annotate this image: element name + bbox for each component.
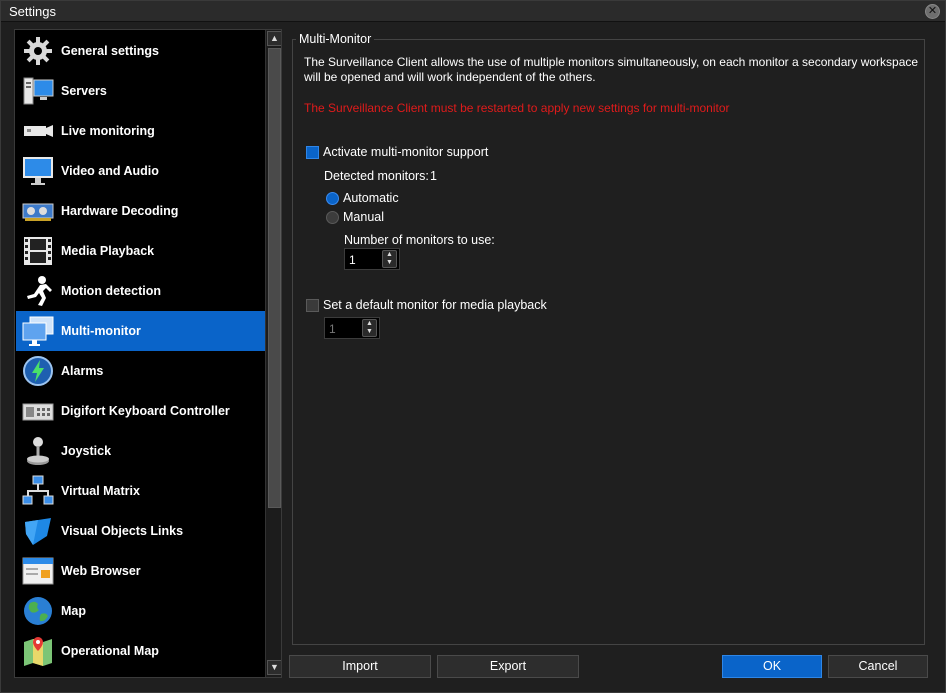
sidebar-item-alarms[interactable]: Alarms [16, 351, 265, 391]
multi-monitor-icon [21, 314, 55, 348]
sidebar-item-label: Virtual Matrix [61, 484, 140, 498]
sidebar-item-operational-map[interactable]: Operational Map [16, 631, 265, 671]
monitor-icon [21, 154, 55, 188]
map-pin-icon [21, 634, 55, 668]
sidebar-item-hardware-decoding[interactable]: Hardware Decoding [16, 191, 265, 231]
window-title: Settings [9, 4, 56, 19]
multi-monitor-group [292, 39, 925, 645]
sidebar-item-motion-detection[interactable]: Motion detection [16, 271, 265, 311]
manual-radio[interactable] [326, 211, 339, 224]
shield-link-icon [21, 514, 55, 548]
sidebar-item-label: Video and Audio [61, 164, 159, 178]
ok-button[interactable]: OK [722, 655, 822, 678]
chevron-up-icon[interactable]: ▲ [383, 251, 396, 259]
chevron-down-icon: ▼ [366, 328, 373, 335]
automatic-label[interactable]: Automatic [343, 191, 399, 205]
chevron-down-icon[interactable]: ▼ [383, 259, 396, 267]
sidebar-item-multi-monitor[interactable]: Multi-monitor [16, 311, 265, 351]
sidebar-item-virtual-matrix[interactable]: Virtual Matrix [16, 471, 265, 511]
default-monitor-label[interactable]: Set a default monitor for media playback [323, 298, 547, 312]
group-title: Multi-Monitor [296, 32, 375, 46]
description-text: The Surveillance Client allows the use o… [304, 55, 919, 84]
import-button[interactable]: Import [289, 655, 431, 678]
sidebar-item-label: General settings [61, 44, 159, 58]
activate-multi-monitor-label[interactable]: Activate multi-monitor support [323, 145, 488, 159]
default-monitor-value: 1 [329, 322, 336, 336]
scroll-down-icon[interactable]: ▼ [267, 660, 281, 675]
globe-icon [21, 594, 55, 628]
sidebar-item-label: Motion detection [61, 284, 161, 298]
sidebar-item-media-playback[interactable]: Media Playback [16, 231, 265, 271]
film-icon [21, 234, 55, 268]
stepper-buttons: ▲ ▼ [362, 319, 377, 337]
sidebar-item-label: Media Playback [61, 244, 155, 258]
number-of-monitors-value[interactable]: 1 [349, 253, 356, 267]
sidebar-item-label: Hardware Decoding [61, 204, 179, 218]
restart-warning: The Surveillance Client must be restarte… [304, 101, 730, 115]
browser-icon [21, 554, 55, 588]
activate-multi-monitor-checkbox[interactable] [306, 146, 319, 159]
default-monitor-checkbox[interactable] [306, 299, 319, 312]
sidebar-item-joystick[interactable]: Joystick [16, 431, 265, 471]
automatic-radio[interactable] [326, 192, 339, 205]
sidebar-item-servers[interactable]: Servers [16, 71, 265, 111]
sidebar-scrollbar[interactable]: ▲ ▼ [265, 30, 281, 677]
sidebar-item-visual-objects-links[interactable]: Visual Objects Links [16, 511, 265, 551]
sidebar-item-web-browser[interactable]: Web Browser [16, 551, 265, 591]
number-of-monitors-label: Number of monitors to use: [344, 233, 495, 247]
sidebar-item-label: Multi-monitor [61, 324, 141, 338]
sidebar-item-label: Map [61, 604, 86, 618]
hardware-card-icon [21, 194, 55, 228]
gear-icon [21, 34, 55, 68]
joystick-icon [21, 434, 55, 468]
sidebar-item-map[interactable]: Map [16, 591, 265, 631]
sidebar-item-label: Operational Map [61, 644, 159, 658]
settings-sidebar: General settings Servers Live monitoring… [14, 29, 282, 678]
detected-monitors-label: Detected monitors: [324, 169, 429, 183]
number-of-monitors-stepper[interactable]: 1 ▲ ▼ [344, 248, 400, 270]
detected-monitors-value: 1 [430, 169, 437, 183]
camera-icon [21, 114, 55, 148]
sidebar-item-label: Servers [61, 84, 107, 98]
running-person-icon [21, 274, 55, 308]
network-icon [21, 474, 55, 508]
sidebar-item-label: Joystick [61, 444, 112, 458]
sidebar-item-label: Digifort Keyboard Controller [61, 404, 230, 418]
sidebar-item-general-settings[interactable]: General settings [16, 31, 265, 71]
scroll-up-icon[interactable]: ▲ [267, 31, 281, 46]
sidebar-item-live-monitoring[interactable]: Live monitoring [16, 111, 265, 151]
sidebar-item-label: Web Browser [61, 564, 141, 578]
keyboard-controller-icon [21, 394, 55, 428]
cancel-button[interactable]: Cancel [828, 655, 928, 678]
scrollbar-thumb[interactable] [268, 48, 281, 508]
sidebar-item-label: Live monitoring [61, 124, 155, 138]
sidebar-item-digifort-keyboard-controller[interactable]: Digifort Keyboard Controller [16, 391, 265, 431]
title-bar: Settings ✕ [1, 1, 945, 22]
lightning-icon [21, 354, 55, 388]
default-monitor-stepper: 1 ▲ ▼ [324, 317, 380, 339]
sidebar-item-label: Visual Objects Links [61, 524, 184, 538]
close-icon[interactable]: ✕ [925, 4, 940, 19]
stepper-buttons[interactable]: ▲ ▼ [382, 250, 397, 268]
manual-label[interactable]: Manual [343, 210, 384, 224]
server-icon [21, 74, 55, 108]
sidebar-item-label: Alarms [61, 364, 104, 378]
export-button[interactable]: Export [437, 655, 579, 678]
sidebar-item-video-and-audio[interactable]: Video and Audio [16, 151, 265, 191]
chevron-up-icon: ▲ [366, 320, 373, 327]
